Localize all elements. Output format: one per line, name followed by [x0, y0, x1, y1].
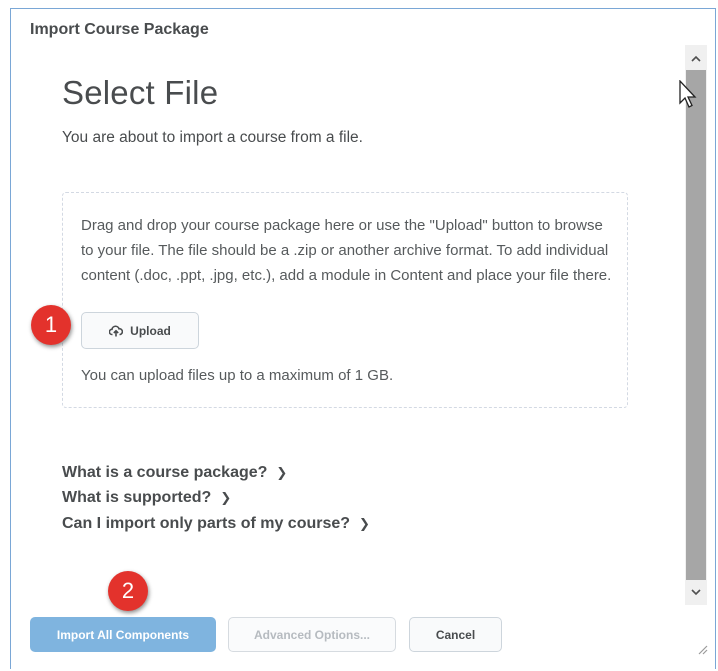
- scroll-down-icon[interactable]: [685, 581, 707, 603]
- chevron-right-icon: ❯: [276, 465, 288, 480]
- page-title: Select File: [62, 74, 219, 111]
- file-dropzone[interactable]: Drag and drop your course package here o…: [62, 192, 628, 408]
- help-link-label: What is a course package?: [62, 464, 268, 481]
- chevron-right-icon: ❯: [220, 490, 232, 505]
- upload-button-label: Upload: [130, 323, 171, 338]
- help-link-course-package[interactable]: What is a course package? ❯: [62, 464, 287, 482]
- step-badge-1: 1: [31, 305, 71, 345]
- scrollbar-thumb[interactable]: [686, 70, 706, 580]
- help-link-label: Can I import only parts of my course?: [62, 515, 351, 532]
- mouse-cursor-icon: [679, 79, 699, 115]
- dialog-title: Import Course Package: [30, 21, 209, 38]
- intro-text: You are about to import a course from a …: [62, 129, 363, 146]
- cloud-upload-icon: [109, 324, 124, 336]
- dropzone-instructions: Drag and drop your course package here o…: [81, 217, 612, 284]
- upload-limit-text: You can upload files up to a maximum of …: [81, 367, 394, 384]
- resize-grip-icon[interactable]: [696, 642, 708, 655]
- chevron-right-icon: ❯: [359, 516, 370, 531]
- step-badge-2: 2: [108, 571, 148, 611]
- scroll-up-icon[interactable]: [685, 47, 707, 69]
- import-all-components-button[interactable]: Import All Components: [30, 617, 216, 652]
- help-link-supported[interactable]: What is supported? ❯: [62, 489, 231, 507]
- cancel-button[interactable]: Cancel: [409, 617, 502, 652]
- upload-button[interactable]: Upload: [81, 312, 199, 349]
- advanced-options-button[interactable]: Advanced Options...: [228, 617, 396, 652]
- help-link-label: What is supported?: [62, 489, 212, 506]
- help-link-import-parts[interactable]: Can I import only parts of my course? ❯: [62, 515, 370, 533]
